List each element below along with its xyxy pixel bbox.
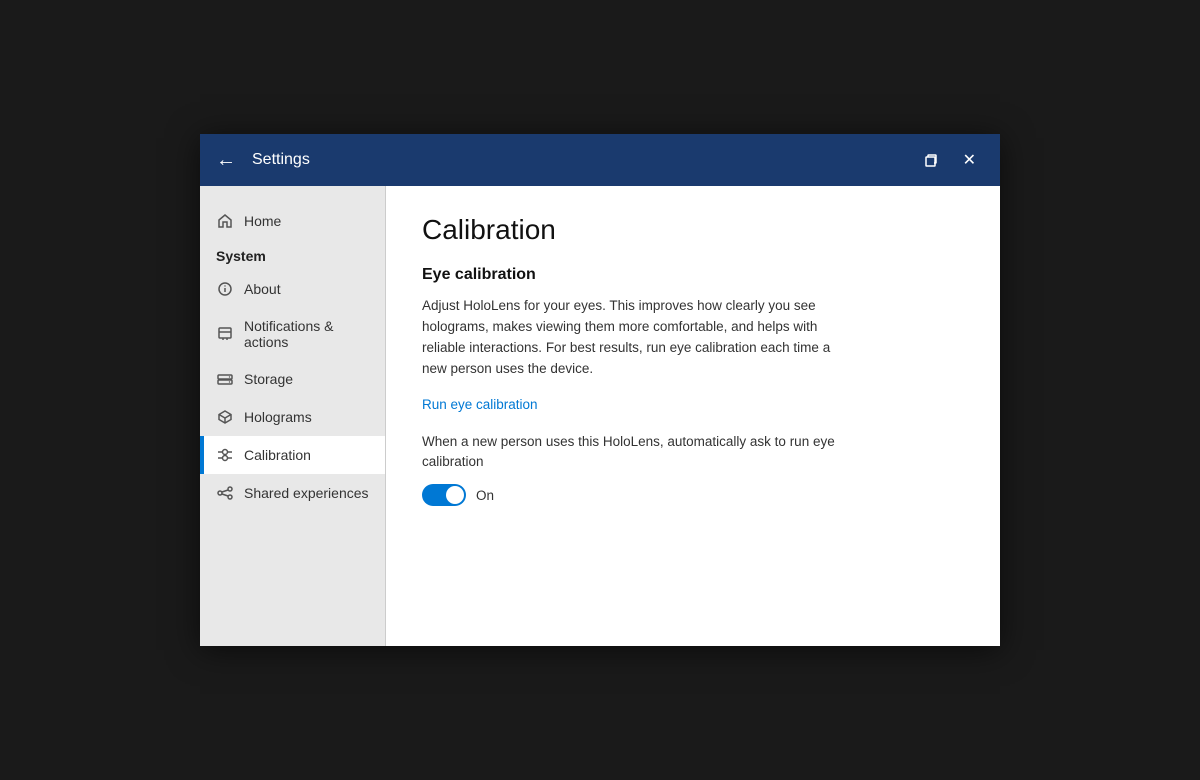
toggle-section: When a new person uses this HoloLens, au… xyxy=(422,432,964,507)
content-panel: Calibration Eye calibration Adjust HoloL… xyxy=(385,186,1000,646)
description-text: Adjust HoloLens for your eyes. This impr… xyxy=(422,296,852,380)
toggle-description: When a new person uses this HoloLens, au… xyxy=(422,432,852,473)
window-title: Settings xyxy=(252,151,915,169)
section-title: Eye calibration xyxy=(422,266,964,284)
calibration-label: Calibration xyxy=(244,447,311,463)
settings-window: ← Settings ✕ xyxy=(200,134,1000,646)
restore-icon xyxy=(923,152,939,168)
window-controls: ✕ xyxy=(915,144,984,176)
close-icon: ✕ xyxy=(963,150,976,170)
toggle-state-label: On xyxy=(476,488,494,503)
sidebar-item-about[interactable]: About xyxy=(200,270,385,308)
holograms-label: Holograms xyxy=(244,409,312,425)
sidebar-item-notifications[interactable]: Notifications & actions xyxy=(200,308,385,360)
notifications-label: Notifications & actions xyxy=(244,318,369,350)
sidebar-item-shared[interactable]: Shared experiences xyxy=(200,474,385,512)
storage-icon xyxy=(216,370,234,388)
page-title: Calibration xyxy=(422,214,964,246)
sidebar-item-storage[interactable]: Storage xyxy=(200,360,385,398)
sidebar: Home System About xyxy=(200,186,385,646)
sidebar-item-holograms[interactable]: Holograms xyxy=(200,398,385,436)
eye-calibration-toggle[interactable] xyxy=(422,484,466,506)
main-area: Home System About xyxy=(200,186,1000,646)
home-label: Home xyxy=(244,213,281,229)
shared-icon xyxy=(216,484,234,502)
back-button[interactable]: ← xyxy=(216,150,236,170)
system-section: System xyxy=(200,240,385,270)
calibration-icon xyxy=(216,446,234,464)
run-calibration-link[interactable]: Run eye calibration xyxy=(422,397,538,412)
about-label: About xyxy=(244,281,281,297)
home-icon xyxy=(216,212,234,230)
sidebar-item-calibration[interactable]: Calibration xyxy=(200,436,385,474)
titlebar: ← Settings ✕ xyxy=(200,134,1000,186)
about-icon xyxy=(216,280,234,298)
restore-button[interactable] xyxy=(915,146,947,174)
close-button[interactable]: ✕ xyxy=(955,144,984,176)
sidebar-item-home[interactable]: Home xyxy=(200,202,385,240)
notifications-icon xyxy=(216,325,234,343)
toggle-control: On xyxy=(422,484,494,506)
holograms-icon xyxy=(216,408,234,426)
storage-label: Storage xyxy=(244,371,293,387)
shared-label: Shared experiences xyxy=(244,485,369,501)
